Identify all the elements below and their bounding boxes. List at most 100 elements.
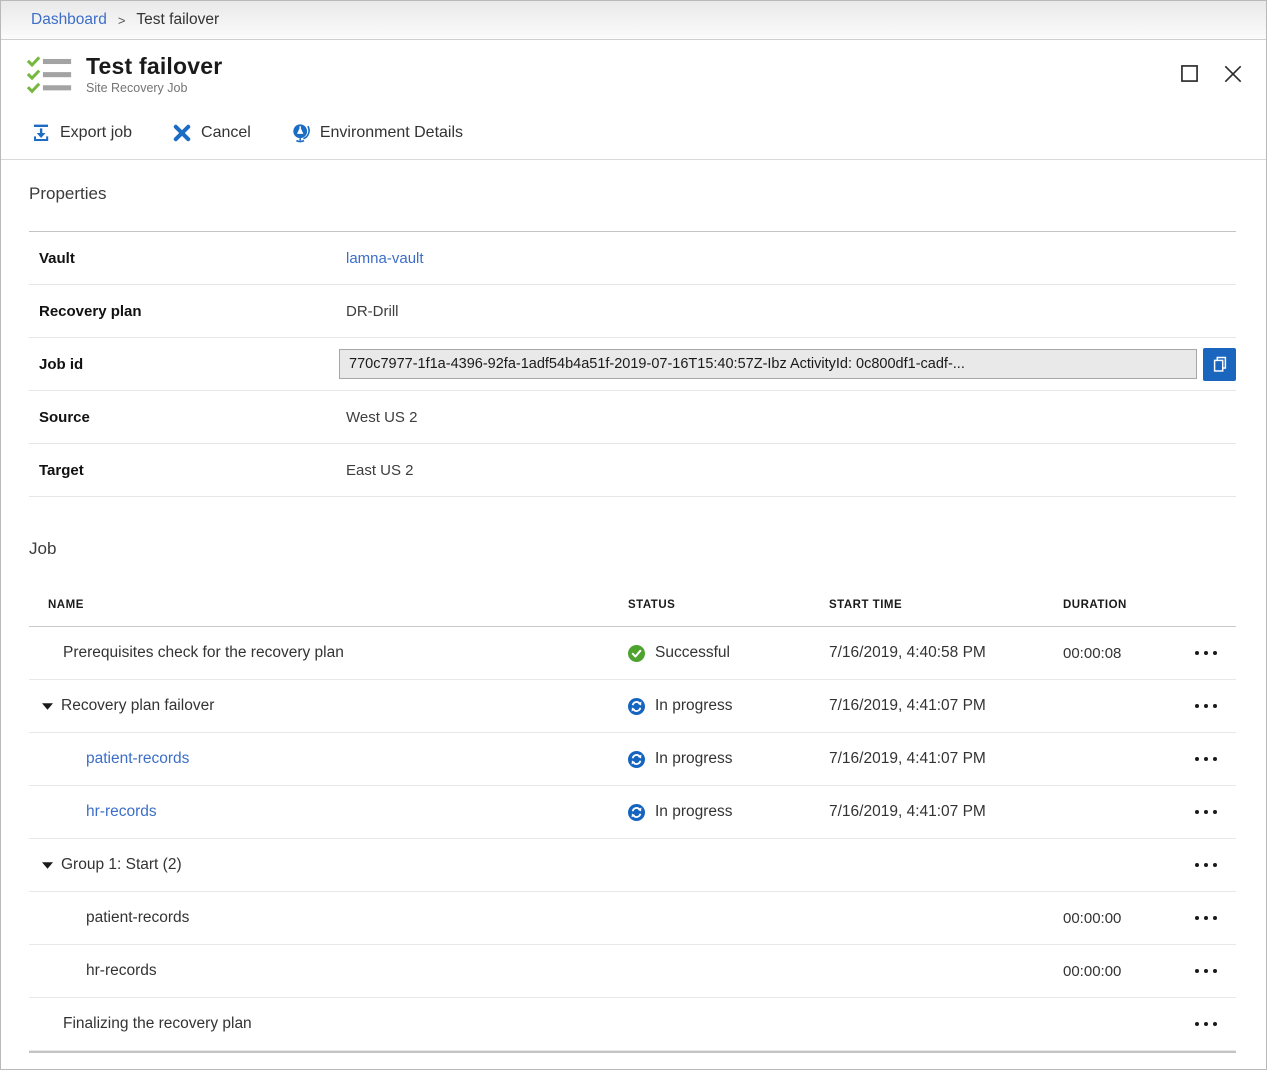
property-label: Job id (39, 355, 84, 373)
close-button[interactable] (1218, 59, 1248, 89)
job-row: hr-records In progress 7/16/2019, 4:41:07 … (29, 786, 1236, 839)
export-icon (31, 123, 51, 143)
job-step-name: Recovery plan failover (61, 697, 215, 714)
ellipsis-dot (1194, 863, 1199, 867)
cancel-button[interactable]: Cancel (172, 123, 251, 143)
ellipsis-dot (1212, 757, 1217, 761)
ellipsis-dot (1212, 704, 1217, 708)
job-step-name-cell: hr-records (29, 803, 628, 821)
job-step-actions-cell (1175, 751, 1236, 767)
close-icon (1222, 63, 1244, 85)
breadcrumb-item-dashboard[interactable]: Dashboard (31, 11, 107, 29)
status-label: In progress (655, 697, 733, 714)
job-step-start-time: 7/16/2019, 4:41:07 PM (829, 697, 986, 714)
cancel-x-icon (172, 123, 192, 143)
chevron-down-icon (42, 703, 53, 710)
recovery-job-checklist-icon (26, 54, 73, 94)
job-step-start-time: 7/16/2019, 4:41:07 PM (829, 750, 986, 767)
property-value-text: DR-Drill (346, 302, 399, 320)
breadcrumb: Dashboard > Test failover (1, 1, 1266, 40)
property-value-text: East US 2 (346, 461, 414, 479)
job-step-status-cell: In progress (628, 697, 829, 715)
copy-job-id-button[interactable] (1203, 347, 1236, 381)
status-inprogress-icon (628, 698, 645, 715)
site-recovery-job-panel: Dashboard > Test failover Test failover Si… (0, 0, 1267, 1070)
property-row: Vault lamna-vault (29, 232, 1236, 285)
page-title: Test failover (86, 52, 223, 79)
status-label: In progress (655, 750, 733, 767)
job-id-field[interactable]: 770c7977-1f1a-4396-92fa-1adf54b4a51f-201… (339, 349, 1197, 379)
export-job-button[interactable]: Export job (31, 123, 132, 143)
job-step-name: Prerequisites check for the recovery pla… (63, 644, 344, 661)
job-step-name: Group 1: Start (2) (61, 856, 182, 873)
ellipsis-dot (1203, 863, 1208, 867)
job-step-start-time: 7/16/2019, 4:41:07 PM (829, 803, 986, 820)
globe-icon (291, 123, 311, 143)
ellipsis-dot (1194, 651, 1199, 655)
column-header-duration: DURATION (1063, 599, 1127, 611)
ellipsis-dot (1194, 757, 1199, 761)
status-label: Successful (655, 644, 730, 661)
job-heading: Job (29, 539, 57, 558)
status-label: In progress (655, 803, 733, 820)
main-content: Properties Vault lamna-vault Recovery plan… (1, 184, 1266, 1053)
row-actions-button[interactable] (1188, 1016, 1223, 1032)
ellipsis-dot (1194, 969, 1199, 973)
property-value: DR-Drill (346, 303, 1236, 320)
properties-table: Vault lamna-vault Recovery plan DR-Drill Job… (29, 231, 1236, 497)
job-step-status-cell: In progress (628, 803, 829, 821)
ellipsis-dot (1212, 863, 1217, 867)
job-row: Prerequisites check for the recovery pla… (29, 627, 1236, 680)
job-step-actions-cell (1175, 1016, 1236, 1032)
job-step-actions-cell (1175, 645, 1236, 661)
environment-details-label: Environment Details (319, 124, 464, 141)
job-table: NAME STATUS START TIME DURATION Prerequi… (29, 559, 1236, 1053)
job-step-actions-cell (1175, 910, 1236, 926)
ellipsis-dot (1203, 651, 1208, 655)
job-step-name-cell: Group 1: Start (2) (29, 856, 628, 874)
property-value: 770c7977-1f1a-4396-92fa-1adf54b4a51f-201… (339, 347, 1236, 381)
ellipsis-dot (1203, 810, 1208, 814)
ellipsis-dot (1212, 651, 1217, 655)
vault-link[interactable]: lamna-vault (346, 250, 424, 267)
job-step-link[interactable]: patient-records (86, 750, 189, 768)
ellipsis-dot (1194, 704, 1199, 708)
property-label: Target (39, 461, 84, 479)
ellipsis-dot (1194, 916, 1199, 920)
job-step-actions-cell (1175, 698, 1236, 714)
job-step-status-cell: Successful (628, 644, 829, 662)
job-table-header: NAME STATUS START TIME DURATION (29, 559, 1236, 627)
command-bar: Export job Cancel Environment Details (1, 107, 1266, 160)
row-actions-button[interactable] (1188, 645, 1223, 661)
environment-details-button[interactable]: Environment Details (291, 123, 463, 143)
job-row: patient-records 00:00:00 (29, 892, 1236, 945)
row-actions-button[interactable] (1188, 698, 1223, 714)
job-row: Group 1: Start (2) (29, 839, 1236, 892)
property-row: Recovery plan DR-Drill (29, 285, 1236, 338)
ellipsis-dot (1212, 810, 1217, 814)
row-actions-button[interactable] (1188, 751, 1223, 767)
maximize-button[interactable] (1174, 59, 1204, 89)
export-job-label: Export job (60, 124, 133, 141)
breadcrumb-separator: > (117, 12, 126, 28)
ellipsis-dot (1203, 916, 1208, 920)
job-step-actions-cell (1175, 804, 1236, 820)
job-row: Finalizing the recovery plan (29, 998, 1236, 1051)
job-step-name-cell: Prerequisites check for the recovery pla… (29, 644, 628, 662)
job-row: Recovery plan failover In progress 7/16/20… (29, 680, 1236, 733)
property-label: Source (39, 408, 90, 426)
property-label: Vault (39, 249, 75, 267)
row-actions-button[interactable] (1188, 857, 1223, 873)
row-actions-button[interactable] (1188, 963, 1223, 979)
job-step-name-cell: Finalizing the recovery plan (29, 1015, 628, 1033)
row-actions-button[interactable] (1188, 910, 1223, 926)
properties-heading: Properties (29, 184, 107, 203)
job-step-link[interactable]: hr-records (86, 803, 157, 821)
ellipsis-dot (1194, 810, 1199, 814)
row-actions-button[interactable] (1188, 804, 1223, 820)
column-header-start-time: START TIME (829, 599, 903, 611)
job-step-actions-cell (1175, 857, 1236, 873)
copy-icon (1211, 355, 1229, 373)
job-row: hr-records 00:00:00 (29, 945, 1236, 998)
ellipsis-dot (1203, 757, 1208, 761)
